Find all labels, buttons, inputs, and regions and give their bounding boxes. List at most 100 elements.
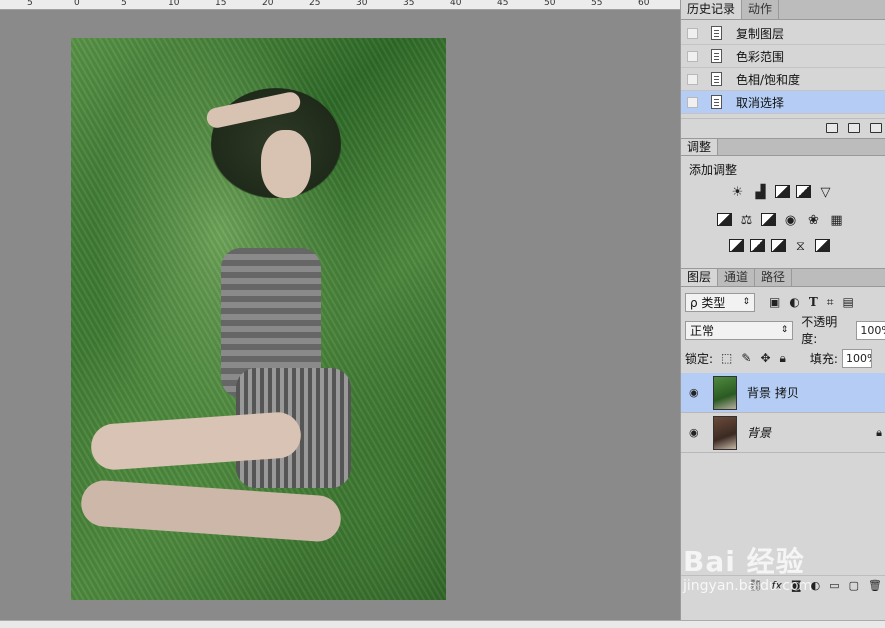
selective-color-icon[interactable]: ⧖ [792, 239, 809, 254]
posterize-icon[interactable] [750, 239, 765, 252]
lock-all-icon[interactable]: 🔒︎ [780, 351, 786, 366]
ruler-label: 45 [497, 0, 509, 8]
layer-kind-filter-label: ρ 类型 [690, 295, 726, 310]
tab-channels[interactable]: 通道 [718, 269, 756, 286]
exposure-icon[interactable] [796, 185, 811, 198]
adjustment-row-1: ☀ ▟ ▽ [729, 185, 834, 200]
history-panel: 历史记录 动作 复制图层 色彩范围 色相/饱和度 取消选择 [681, 0, 885, 136]
ruler-label: 10 [168, 0, 180, 8]
invert-icon[interactable] [729, 239, 744, 252]
snapshot-checkbox[interactable] [687, 73, 698, 85]
trash-icon[interactable] [870, 122, 882, 133]
filter-icon-group: ▣ ◐ T ⌗ ▤ [769, 295, 854, 310]
ruler-label: 60 [638, 0, 650, 8]
fx-icon[interactable]: fx [772, 579, 782, 592]
vibrance-icon[interactable]: ▽ [817, 185, 834, 200]
opacity-input[interactable]: 100% [856, 320, 885, 340]
history-item[interactable]: 色彩范围 [681, 45, 885, 68]
color-lookup-icon[interactable]: ▦ [828, 213, 845, 228]
camera-icon[interactable] [848, 122, 860, 133]
ruler-label: 25 [309, 0, 321, 8]
layer-lock-icon: 🔒︎ [876, 425, 882, 439]
layer-kind-filter[interactable]: ρ 类型 ⇕ [685, 292, 755, 312]
threshold-icon[interactable] [771, 239, 786, 252]
snapshot-checkbox[interactable] [687, 96, 698, 108]
layer-row[interactable]: ◉ 背景 🔒︎ [681, 413, 885, 453]
updown-arrows-icon: ⇕ [742, 297, 750, 307]
blend-mode-select[interactable]: 正常 ⇕ [685, 320, 794, 340]
ruler-label: 55 [591, 0, 603, 8]
pixel-layer-filter-icon[interactable]: ▣ [769, 295, 780, 310]
tab-layers[interactable]: 图层 [681, 269, 719, 286]
right-panel-dock: 历史记录 动作 复制图层 色彩范围 色相/饱和度 取消选择 调整 添加调整 ☀ … [680, 0, 885, 628]
trash-icon[interactable]: 🗑︎ [868, 579, 882, 592]
layers-tabbar: 图层 通道 路径 [681, 269, 885, 287]
adjustment-row-2: ⚖ ◉ ❀ ▦ [717, 213, 845, 228]
new-document-from-state-icon[interactable] [826, 122, 838, 133]
smart-object-filter-icon[interactable]: ▤ [843, 295, 854, 310]
shape-layer-filter-icon[interactable]: ⌗ [827, 295, 834, 310]
tab-paths[interactable]: 路径 [755, 269, 793, 286]
link-layers-icon[interactable]: ⛓ [749, 579, 763, 592]
type-layer-filter-icon[interactable]: T [809, 295, 818, 310]
adjustments-tabbar: 调整 [681, 139, 885, 156]
color-balance-icon[interactable]: ⚖ [738, 213, 755, 228]
curves-icon[interactable] [775, 185, 790, 198]
tab-actions[interactable]: 动作 [742, 0, 780, 19]
history-list: 复制图层 色彩范围 色相/饱和度 取消选择 [681, 22, 885, 114]
canvas-workspace[interactable] [0, 10, 680, 628]
layer-name[interactable]: 背景 拷贝 [747, 384, 799, 401]
new-group-folder-icon[interactable]: ▭ [829, 579, 839, 592]
gradient-map-icon[interactable] [815, 239, 830, 252]
add-mask-icon[interactable]: ◙ [791, 579, 802, 592]
adjustment-layer-filter-icon[interactable]: ◐ [789, 295, 799, 310]
figure-face [261, 130, 311, 198]
layer-name[interactable]: 背景 [747, 424, 771, 441]
adjustment-row-3: ⧖ [729, 239, 830, 254]
history-state-icon [711, 26, 722, 40]
document-image[interactable] [71, 38, 446, 600]
layers-footer: ⛓ fx ◙ ◐ ▭ ▢ 🗑︎ [681, 575, 885, 595]
history-item-label: 色相/饱和度 [736, 72, 801, 87]
blend-mode-value: 正常 [690, 323, 715, 338]
opacity-label: 不透明度: [801, 315, 838, 346]
hue-saturation-icon[interactable] [717, 213, 732, 226]
history-state-icon [711, 95, 722, 109]
history-item[interactable]: 复制图层 [681, 22, 885, 45]
layer-row-selected[interactable]: ◉ 背景 拷贝 [681, 373, 885, 413]
new-adjustment-icon[interactable]: ◐ [811, 579, 821, 592]
history-item-label: 取消选择 [736, 95, 785, 110]
tab-adjustments[interactable]: 调整 [681, 139, 719, 155]
add-adjustment-title: 添加调整 [689, 163, 738, 177]
history-tabbar: 历史记录 动作 [681, 0, 885, 20]
lock-label: 锁定: [685, 351, 714, 366]
ruler-label: 0 [74, 0, 80, 8]
history-state-icon [711, 72, 722, 86]
snapshot-checkbox[interactable] [687, 50, 698, 62]
horizontal-ruler: 5 0 5 10 15 20 25 30 35 40 45 50 55 60 [0, 0, 680, 10]
ruler-label: 40 [450, 0, 462, 8]
brightness-icon[interactable]: ☀ [729, 185, 746, 200]
black-white-icon[interactable] [761, 213, 776, 226]
history-item[interactable]: 色相/饱和度 [681, 68, 885, 91]
lock-transparent-icon[interactable]: ⬚ [721, 351, 732, 366]
channel-mixer-icon[interactable]: ❀ [805, 213, 822, 228]
lock-image-brush-icon[interactable]: ✎ [741, 351, 751, 366]
lock-position-move-icon[interactable]: ✥ [760, 351, 770, 366]
history-state-icon [711, 49, 722, 63]
levels-icon[interactable]: ▟ [752, 185, 769, 200]
layer-list: ◉ 背景 拷贝 ◉ 背景 🔒︎ [681, 373, 885, 453]
fill-input[interactable]: 100% [841, 348, 872, 368]
eye-visibility-icon[interactable]: ◉ [689, 426, 703, 439]
history-item-selected[interactable]: 取消选择 [681, 91, 885, 114]
snapshot-checkbox[interactable] [687, 27, 698, 39]
tab-history[interactable]: 历史记录 [681, 0, 743, 19]
blend-row: 正常 ⇕ 不透明度: 100% [685, 315, 885, 346]
photo-filter-icon[interactable]: ◉ [782, 213, 799, 228]
history-item-label: 复制图层 [736, 26, 785, 41]
ruler-label: 20 [262, 0, 274, 8]
eye-visibility-icon[interactable]: ◉ [689, 386, 703, 399]
fill-label: 填充: [809, 351, 838, 366]
ruler-label: 15 [215, 0, 227, 8]
new-layer-icon[interactable]: ▢ [849, 579, 859, 592]
